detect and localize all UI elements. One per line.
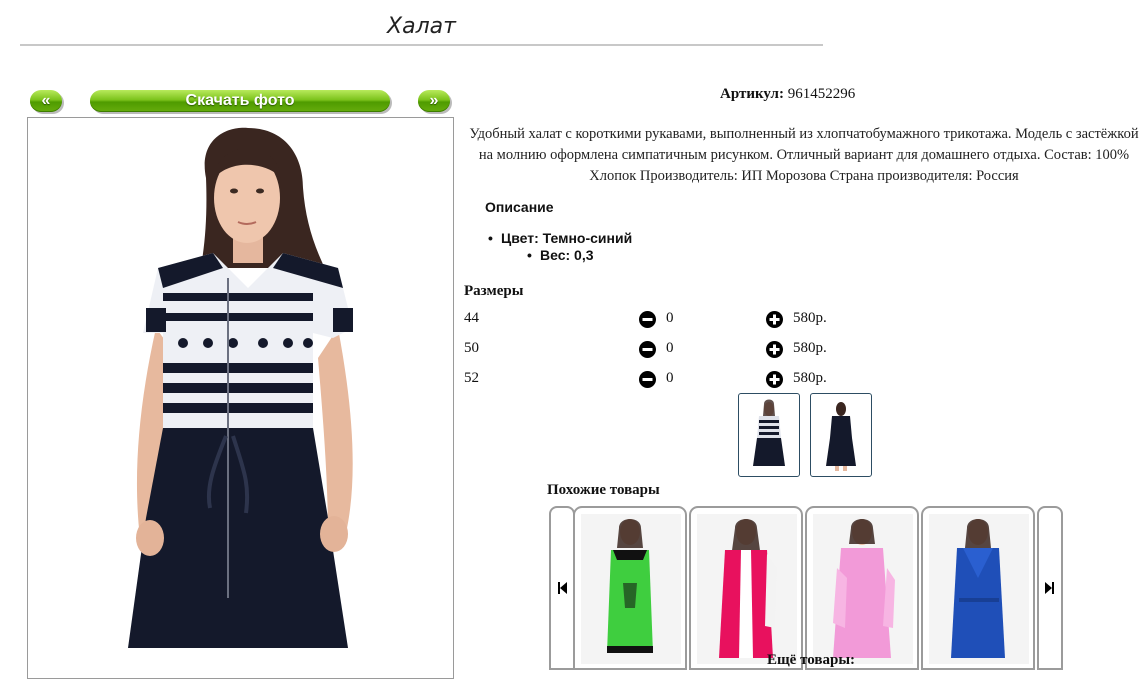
plus-circle-icon — [766, 371, 783, 388]
robe-pink-white-thumbnail — [697, 514, 797, 664]
article-value: 961452296 — [787, 86, 856, 102]
increase-qty-button[interactable] — [766, 371, 783, 393]
similar-heading: Похожие товары — [547, 482, 660, 498]
increase-qty-button[interactable] — [766, 341, 783, 363]
size-price: 580р. — [793, 310, 827, 326]
robe-front-thumbnail-image — [753, 399, 785, 466]
robe-light-pink-thumbnail — [813, 514, 913, 664]
prev-photo-button[interactable]: « — [30, 90, 62, 112]
quantity-value: 0 — [666, 340, 674, 356]
decrease-qty-button[interactable] — [639, 371, 656, 393]
product-description: Удобный халат с короткими рукавами, выпо… — [469, 126, 1139, 184]
specs-list: Цвет: Темно-синий Вес: 0,3 — [488, 230, 632, 264]
decrease-qty-button[interactable] — [639, 311, 656, 333]
main-product-photo — [27, 117, 454, 679]
size-label: 50 — [464, 340, 479, 356]
article-label: Артикул: — [720, 86, 784, 102]
photo-thumbnail-front[interactable] — [738, 393, 800, 477]
specs-heading: Описание — [485, 199, 554, 215]
download-photo-button[interactable]: Скачать фото — [90, 90, 390, 112]
size-price: 580р. — [793, 340, 827, 356]
dress-green-thumbnail — [581, 514, 681, 664]
carousel-next-button[interactable] — [1037, 506, 1063, 670]
title-divider — [20, 44, 823, 46]
quantity-value: 0 — [666, 310, 674, 326]
quantity-value: 0 — [666, 370, 674, 386]
article-number: Артикул: 961452296 — [720, 86, 855, 103]
size-price: 580р. — [793, 370, 827, 386]
size-label: 44 — [464, 310, 479, 326]
similar-product-card[interactable] — [689, 506, 803, 670]
size-row: 52 0 580р. — [464, 370, 884, 392]
model-in-robe-image — [128, 127, 353, 648]
more-products-heading: Ещё товары: — [767, 652, 856, 668]
minus-circle-icon — [639, 311, 656, 328]
similar-product-card[interactable] — [805, 506, 919, 670]
spec-color: Цвет: Темно-синий — [488, 230, 632, 247]
skip-forward-icon — [1045, 582, 1054, 594]
carousel-prev-button[interactable] — [549, 506, 575, 670]
decrease-qty-button[interactable] — [639, 341, 656, 363]
increase-qty-button[interactable] — [766, 311, 783, 333]
spec-weight: Вес: 0,3 — [527, 247, 632, 264]
size-label: 52 — [464, 370, 479, 386]
robe-blue-thumbnail — [929, 514, 1029, 664]
skip-back-icon — [558, 582, 567, 594]
minus-circle-icon — [639, 371, 656, 388]
similar-product-card[interactable] — [573, 506, 687, 670]
sizes-heading: Размеры — [464, 283, 524, 299]
next-photo-button[interactable]: » — [418, 90, 450, 112]
page-title: Халат — [387, 14, 456, 39]
minus-circle-icon — [639, 341, 656, 358]
size-row: 50 0 580р. — [464, 340, 884, 362]
size-row: 44 0 580р. — [464, 310, 884, 332]
plus-circle-icon — [766, 311, 783, 328]
robe-back-thumbnail-image — [826, 402, 856, 471]
similar-product-card[interactable] — [921, 506, 1035, 670]
plus-circle-icon — [766, 341, 783, 358]
photo-thumbnail-back[interactable] — [810, 393, 872, 477]
